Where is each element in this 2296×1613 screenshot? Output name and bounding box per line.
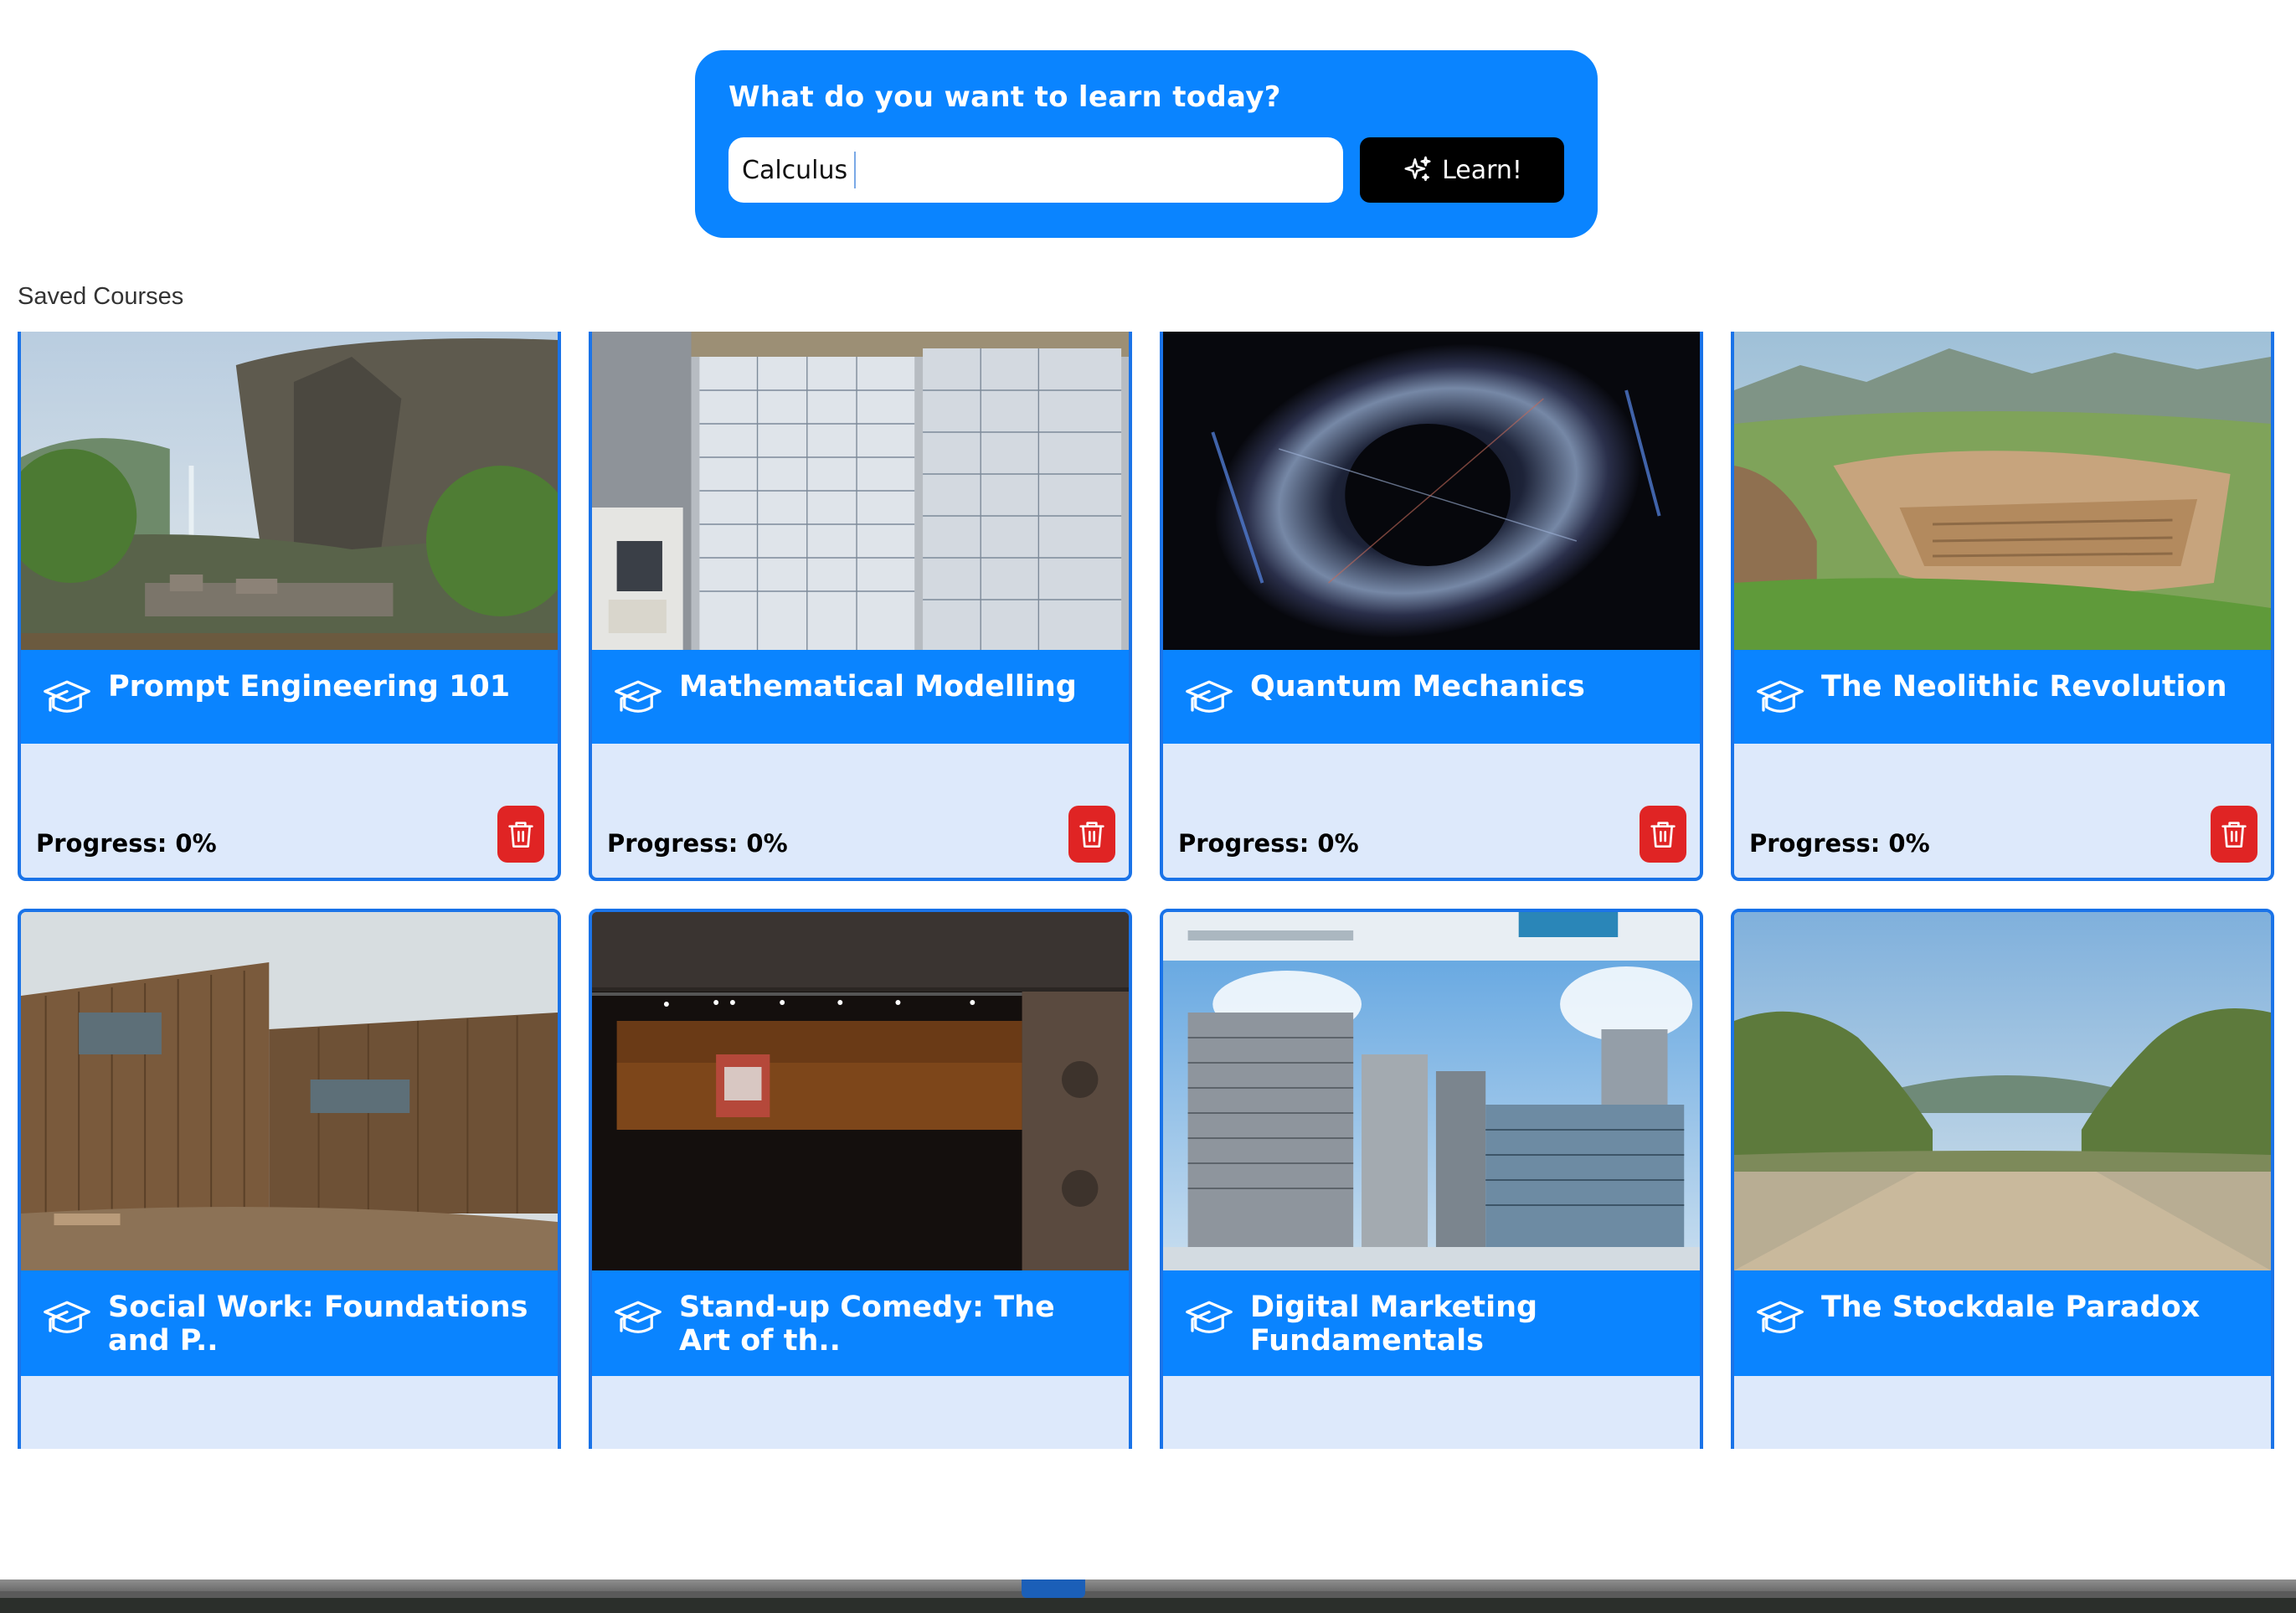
graduation-cap-icon <box>1757 1301 1804 1333</box>
course-card[interactable]: Quantum Mechanics Progress: 0% <box>1160 332 1703 881</box>
course-title-band: Social Work: Foundations and P.. <box>21 1270 558 1376</box>
search-prompt: What do you want to learn today? <box>728 80 1281 114</box>
taskbar-edge <box>0 1580 2296 1591</box>
trash-icon <box>2221 822 2247 848</box>
course-card[interactable]: The Stockdale Paradox <box>1731 909 2274 1449</box>
active-window-indicator <box>1022 1580 1085 1598</box>
graduation-cap-icon <box>615 1301 662 1333</box>
delete-button[interactable] <box>2211 806 2257 863</box>
learn-button[interactable]: Learn! <box>1360 137 1564 203</box>
course-thumbnail <box>592 912 1129 1270</box>
graduation-cap-icon <box>615 680 662 713</box>
course-thumbnail <box>1163 912 1700 1270</box>
progress-label: Progress: 0% <box>607 829 788 858</box>
course-thumbnail <box>21 912 558 1270</box>
graduation-cap-icon <box>1186 1301 1233 1333</box>
course-title: Stand-up Comedy: The Art of th.. <box>679 1291 1055 1358</box>
delete-button[interactable] <box>497 806 544 863</box>
course-thumbnail <box>1734 332 2271 650</box>
trash-icon <box>508 822 533 848</box>
course-card[interactable]: The Neolithic Revolution Progress: 0% <box>1731 332 2274 881</box>
course-title-band: Stand-up Comedy: The Art of th.. <box>592 1270 1129 1376</box>
course-card[interactable]: Digital Marketing Fundamentals <box>1160 909 1703 1449</box>
graduation-cap-icon <box>44 680 90 713</box>
course-title: Prompt Engineering 101 <box>108 670 511 703</box>
course-card[interactable]: Stand-up Comedy: The Art of th.. <box>589 909 1132 1449</box>
course-title-band: The Neolithic Revolution <box>1734 650 2271 744</box>
trash-icon <box>1650 822 1676 848</box>
course-title: The Stockdale Paradox <box>1821 1291 2201 1324</box>
course-title: Digital Marketing Fundamentals <box>1250 1291 1538 1358</box>
sparkles-icon <box>1402 154 1434 186</box>
search-panel: What do you want to learn today? Learn! <box>695 50 1598 238</box>
course-title-band: Digital Marketing Fundamentals <box>1163 1270 1700 1376</box>
taskbar-dock <box>0 1598 2296 1613</box>
course-title: Quantum Mechanics <box>1250 670 1585 703</box>
trash-icon <box>1079 822 1104 848</box>
graduation-cap-icon <box>44 1301 90 1333</box>
progress-label: Progress: 0% <box>1178 829 1359 858</box>
course-thumbnail <box>592 332 1129 650</box>
search-input[interactable] <box>728 137 1343 203</box>
graduation-cap-icon <box>1186 680 1233 713</box>
course-title-band: Quantum Mechanics <box>1163 650 1700 744</box>
progress-label: Progress: 0% <box>1749 829 1930 858</box>
course-card[interactable]: Prompt Engineering 101 Progress: 0% <box>18 332 561 881</box>
course-title-band: Mathematical Modelling <box>592 650 1129 744</box>
course-thumbnail <box>1163 332 1700 650</box>
progress-label: Progress: 0% <box>36 829 217 858</box>
courses-scroll-area[interactable]: Prompt Engineering 101 Progress: 0% Math… <box>0 332 2296 1449</box>
course-title-band: The Stockdale Paradox <box>1734 1270 2271 1376</box>
saved-courses-heading: Saved Courses <box>18 283 184 310</box>
learn-button-label: Learn! <box>1442 155 1522 185</box>
course-title-band: Prompt Engineering 101 <box>21 650 558 744</box>
course-thumbnail <box>1734 912 2271 1270</box>
course-thumbnail <box>21 332 558 650</box>
course-card[interactable]: Mathematical Modelling Progress: 0% <box>589 332 1132 881</box>
course-title: The Neolithic Revolution <box>1821 670 2227 703</box>
course-grid: Prompt Engineering 101 Progress: 0% Math… <box>18 332 2274 1449</box>
graduation-cap-icon <box>1757 680 1804 713</box>
text-caret <box>854 152 856 188</box>
delete-button[interactable] <box>1068 806 1115 863</box>
delete-button[interactable] <box>1640 806 1686 863</box>
course-title: Mathematical Modelling <box>679 670 1077 703</box>
course-card[interactable]: Social Work: Foundations and P.. <box>18 909 561 1449</box>
course-title: Social Work: Foundations and P.. <box>108 1291 528 1358</box>
